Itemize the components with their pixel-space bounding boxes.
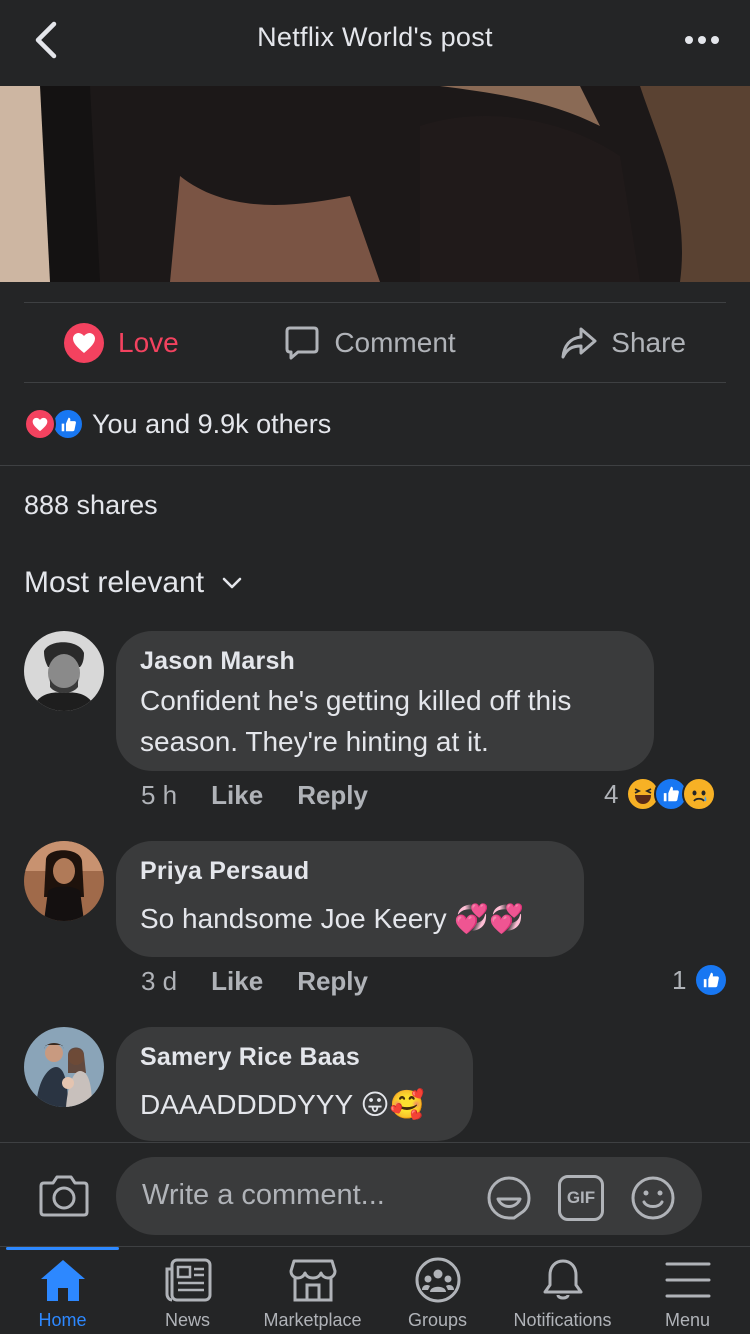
page-title: Netflix World's post: [257, 22, 493, 52]
avatar-image: [24, 631, 104, 711]
love-button[interactable]: Love: [64, 323, 179, 363]
tab-news[interactable]: News: [125, 1247, 250, 1334]
reaction-count: 4: [604, 778, 619, 809]
hamburger-menu-icon: [665, 1262, 710, 1298]
sad-reaction-icon: [682, 777, 717, 811]
reply-button[interactable]: Reply: [297, 966, 368, 997]
tab-label: News: [164, 1310, 210, 1330]
comment-reactions[interactable]: 4: [604, 777, 717, 811]
comment-reactions[interactable]: 1: [672, 963, 729, 997]
like-comment-button[interactable]: Like: [211, 966, 263, 997]
divider: [24, 302, 726, 303]
comment-time: 3 d: [141, 966, 178, 996]
reaction-count: 1: [672, 964, 687, 995]
groups-icon: [415, 1257, 460, 1303]
post-photo-art: [0, 86, 750, 282]
tab-label: Menu: [664, 1310, 711, 1330]
comment-text-line: season. They're hinting at it.: [140, 726, 489, 757]
bottom-tab-bar: Home News Marketplace Groups Notificatio…: [0, 1246, 750, 1334]
marketplace-icon: [289, 1259, 336, 1302]
reactions-text: You and 9.9k others: [92, 408, 332, 439]
sort-comments-dropdown[interactable]: Most relevant: [24, 566, 242, 600]
reactions-summary[interactable]: You and 9.9k others: [24, 404, 331, 444]
avatar[interactable]: [24, 631, 104, 711]
tab-label: Groups: [407, 1310, 468, 1330]
gif-icon[interactable]: GIF: [558, 1175, 604, 1221]
comment-input-placeholder: Write a comment...: [142, 1179, 385, 1211]
more-options-icon[interactable]: [684, 30, 720, 50]
comment-input[interactable]: Write a comment... GIF: [116, 1157, 702, 1235]
avatar-image: [24, 1027, 104, 1107]
comment-text: DAAADDDDYYY 😛🥰: [140, 1089, 425, 1120]
commenter-name[interactable]: Priya Persaud: [140, 857, 560, 886]
commenter-name[interactable]: Samery Rice Baas: [140, 1043, 449, 1072]
shares-count[interactable]: 888 shares: [24, 490, 158, 521]
comment-text-line: Confident he's getting killed off this: [140, 685, 572, 716]
comment-label: Comment: [334, 327, 456, 358]
comment-bubble[interactable]: Priya Persaud So handsome Joe Keery 💞💞: [116, 841, 584, 957]
divider: [0, 465, 750, 466]
reply-button[interactable]: Reply: [297, 780, 368, 811]
commenter-name[interactable]: Jason Marsh: [140, 647, 630, 676]
comment-composer: Write a comment... GIF: [0, 1142, 750, 1246]
sticker-icon[interactable]: [486, 1175, 532, 1221]
tab-menu[interactable]: Menu: [625, 1247, 750, 1334]
home-icon: [40, 1260, 85, 1301]
comment-bubble[interactable]: Jason Marsh Confident he's getting kille…: [116, 631, 654, 771]
post-actions: Love Comment Share: [24, 304, 726, 382]
tab-label: Marketplace: [263, 1310, 362, 1330]
share-button[interactable]: Share: [561, 326, 686, 360]
comment-button[interactable]: Comment: [284, 325, 456, 361]
heart-reaction-icon: [24, 408, 56, 440]
chevron-down-icon: [222, 577, 242, 589]
share-label: Share: [611, 327, 686, 358]
top-bar: Netflix World's post: [0, 0, 750, 86]
heart-icon: [64, 323, 104, 363]
love-label: Love: [118, 327, 179, 358]
tab-notifications[interactable]: Notifications: [500, 1247, 625, 1334]
avatar[interactable]: [24, 841, 104, 921]
sort-label: Most relevant: [24, 566, 205, 599]
divider: [24, 382, 726, 383]
avatar[interactable]: [24, 1027, 104, 1107]
avatar-image: [24, 841, 104, 921]
news-icon: [165, 1258, 211, 1302]
tab-marketplace[interactable]: Marketplace: [250, 1247, 375, 1334]
comment-bubble[interactable]: Samery Rice Baas DAAADDDDYYY 😛🥰: [116, 1027, 473, 1141]
comment-time: 5 h: [141, 780, 178, 810]
like-reaction-icon: [52, 408, 84, 440]
share-icon: [561, 327, 597, 359]
like-reaction-icon: [694, 963, 729, 997]
camera-icon[interactable]: [38, 1171, 90, 1219]
tab-label: Home: [38, 1310, 87, 1330]
gif-label: GIF: [566, 1188, 596, 1207]
tab-label: Notifications: [513, 1310, 612, 1330]
emoji-icon[interactable]: [630, 1175, 676, 1221]
comment-meta: 3 d Like Reply: [141, 966, 368, 997]
comment-meta: 5 h Like Reply: [141, 780, 368, 811]
bell-icon: [543, 1259, 582, 1300]
comment-icon: [285, 326, 319, 360]
tab-home[interactable]: Home: [0, 1247, 125, 1334]
comment-text: So handsome Joe Keery 💞💞: [140, 903, 525, 934]
tab-groups[interactable]: Groups: [375, 1247, 500, 1334]
post-photo[interactable]: [0, 86, 750, 282]
like-comment-button[interactable]: Like: [211, 780, 263, 811]
comment-text: Confident he's getting killed off this s…: [140, 680, 630, 762]
